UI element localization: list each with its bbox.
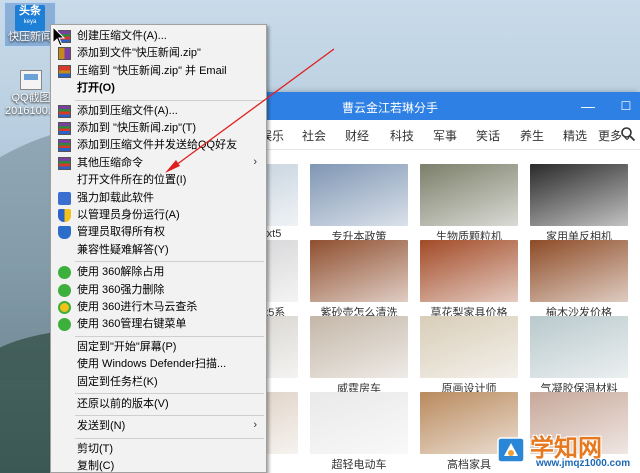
watermark-url: www.jmqz1000.com (536, 458, 631, 469)
mouse-pointer-icon (52, 26, 66, 47)
annotation-arrow (165, 48, 335, 173)
watermark-logo-icon (497, 437, 525, 463)
watermark: 学知网 www.jmqz1000.com (496, 428, 640, 473)
